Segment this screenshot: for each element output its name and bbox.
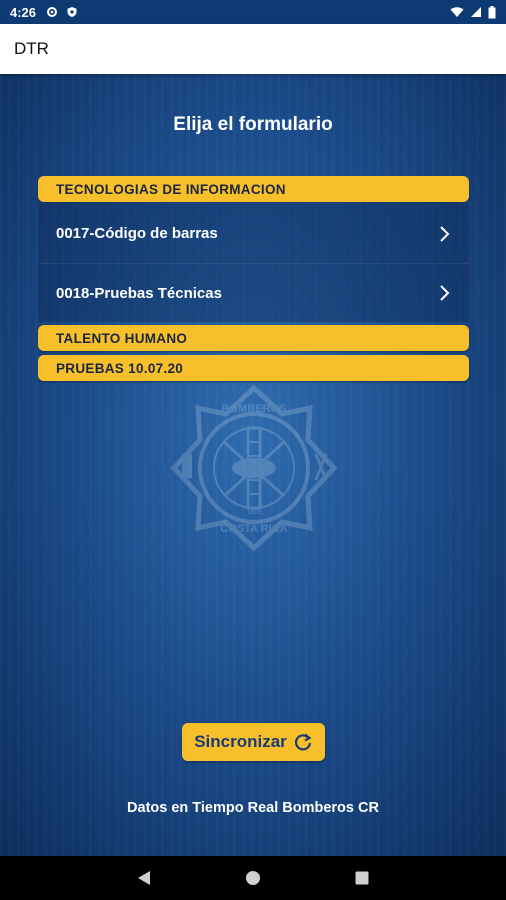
form-item-label: 0017-Código de barras: [56, 225, 218, 242]
emblem-top-text: BOMBEROS: [222, 403, 287, 415]
app-bar: DTR: [0, 24, 506, 74]
emblem-year: 1865: [246, 509, 262, 516]
shield-icon: [67, 7, 77, 17]
recents-button[interactable]: [352, 868, 372, 888]
back-icon: [138, 871, 151, 885]
signal-icon: [471, 7, 481, 17]
emblem-bottom-text: COSTA RICA: [220, 523, 287, 535]
form-item-label: 0018-Pruebas Técnicas: [56, 284, 222, 302]
settings-icon: [47, 7, 58, 17]
main-content: Elija el formulario TECNOLOGIAS DE INFOR…: [0, 74, 506, 856]
form-item-pruebas-tecnicas[interactable]: 0018-Pruebas Técnicas: [38, 263, 469, 322]
chevron-right-icon: [440, 225, 450, 242]
app-title: DTR: [14, 39, 49, 58]
page-heading: Elija el formulario: [173, 114, 333, 135]
battery-icon: [488, 5, 496, 18]
sincronizar-label: Sincronizar: [194, 732, 287, 751]
group-header-talento-humano[interactable]: TALENTO HUMANO: [38, 325, 469, 351]
form-item-codigo-barras[interactable]: 0017-Código de barras: [38, 204, 469, 263]
bomberos-emblem-watermark: BOMBEROS COSTA RICA 1865: [170, 384, 338, 552]
group-header-pruebas[interactable]: PRUEBAS 10.07.20: [38, 355, 469, 381]
refresh-icon: [294, 733, 312, 751]
status-time: 4:26: [10, 4, 37, 20]
back-button[interactable]: [134, 868, 154, 888]
group-header-tecnologias[interactable]: TECNOLOGIAS DE INFORMACION: [38, 176, 469, 202]
home-icon: [245, 871, 260, 885]
status-bar: 4:26: [0, 0, 506, 24]
footer-text: Datos en Tiempo Real Bomberos CR: [127, 800, 379, 816]
sincronizar-button[interactable]: Sincronizar: [182, 723, 325, 761]
nav-bar: [0, 856, 506, 900]
home-button[interactable]: [243, 868, 263, 888]
group-items-tecnologias: 0017-Código de barras 0018-Pruebas Técni…: [38, 204, 469, 322]
recents-icon: [355, 871, 369, 885]
chevron-right-icon: [440, 285, 450, 301]
wifi-icon: [450, 7, 464, 17]
